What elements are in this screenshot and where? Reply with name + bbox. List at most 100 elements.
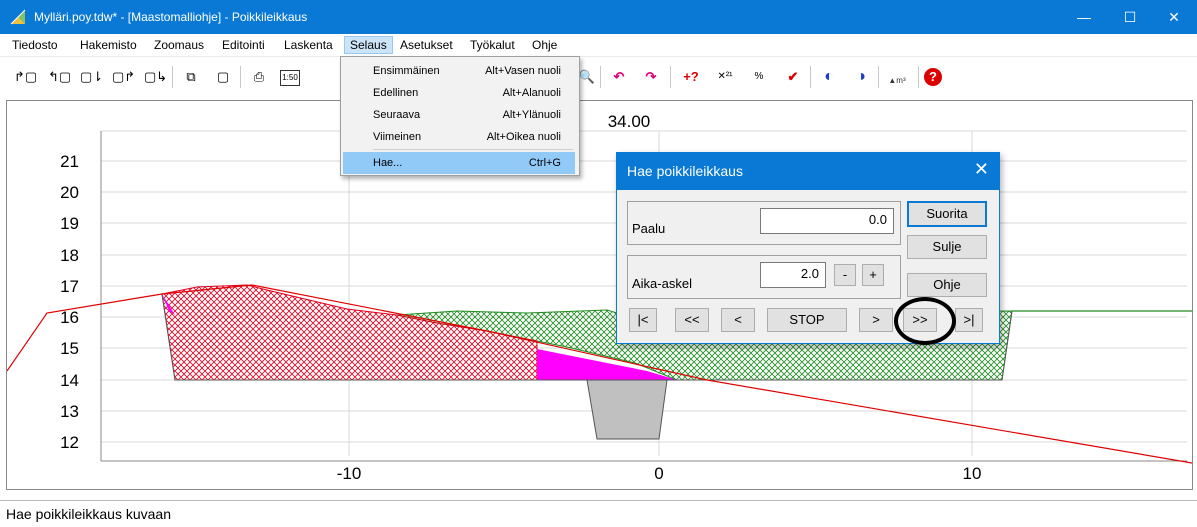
- menu-item-shortcut: Alt+Ylänuoli: [502, 109, 561, 121]
- paalu-label: Paalu: [632, 221, 666, 236]
- app-icon: [10, 9, 26, 25]
- aika-askel-input[interactable]: 2.0: [760, 262, 826, 288]
- x-tick-labels: -10 0 10: [337, 464, 982, 483]
- menu-item-label: Hae...: [373, 157, 403, 169]
- toolbar-separator: [600, 66, 601, 88]
- increase-button[interactable]: +: [862, 264, 884, 286]
- menu-item-hae[interactable]: Hae... Ctrl+G: [343, 152, 575, 174]
- first-button[interactable]: |<: [629, 308, 657, 332]
- toolbar-separator: [240, 66, 241, 88]
- dialog-title: Hae poikkileikkaus: [627, 163, 743, 179]
- menu-item-label: Edellinen: [373, 87, 419, 99]
- next-section-icon[interactable]: ◑: [850, 68, 872, 86]
- window-title: Mylläri.poy.tdw* - [Maastomalliohje] - P…: [34, 10, 308, 24]
- station-title: 34.00: [608, 112, 651, 131]
- insert-up-icon[interactable]: ↰▢: [48, 68, 71, 86]
- copy-icon[interactable]: ⧉: [180, 68, 202, 86]
- ohje-button[interactable]: Ohje: [907, 273, 987, 297]
- suorita-button[interactable]: Suorita: [907, 201, 987, 227]
- scale-icon[interactable]: 1:50: [280, 70, 300, 86]
- menu-hakemisto[interactable]: Hakemisto: [80, 38, 137, 52]
- xyz-icon[interactable]: %: [748, 68, 770, 86]
- menu-item-shortcut: Ctrl+G: [528, 157, 561, 169]
- status-text: Hae poikkileikkaus kuvaan: [6, 506, 171, 522]
- cross-section-plot: 21 20 19 18 17 16 15 14 13 12 -10 0 10 3…: [7, 112, 1192, 483]
- help-icon[interactable]: ?: [924, 68, 942, 86]
- menu-item-label: Ensimmäinen: [373, 65, 440, 77]
- highlight-circle: [894, 297, 956, 345]
- y-tick-label: 19: [60, 214, 79, 233]
- y-tick-label: 13: [60, 402, 79, 421]
- selaus-dropdown: Ensimmäinen Alt+Vasen nuoli Edellinen Al…: [340, 56, 580, 176]
- decrease-button[interactable]: -: [834, 264, 856, 286]
- menu-tyokalut[interactable]: Työkalut: [470, 38, 515, 52]
- cross-section-canvas[interactable]: 21 20 19 18 17 16 15 14 13 12 -10 0 10 3…: [6, 100, 1193, 490]
- toolbar-separator: [172, 66, 173, 88]
- y-tick-label: 17: [60, 277, 79, 296]
- x-tick-label: -10: [337, 464, 362, 483]
- menu-item-edellinen[interactable]: Edellinen Alt+Alanuoli: [343, 82, 575, 104]
- check-icon[interactable]: ✔: [782, 68, 804, 86]
- menu-separator: [373, 149, 573, 150]
- toolbar-separator: [918, 66, 919, 88]
- add-point-icon[interactable]: +?: [680, 68, 702, 86]
- menu-item-label: Viimeinen: [373, 131, 422, 143]
- menu-item-shortcut: Alt+Oikea nuoli: [486, 131, 561, 143]
- aika-askel-group: Aika-askel 2.0 - +: [627, 255, 901, 299]
- last-button[interactable]: >|: [955, 308, 983, 332]
- toolbar: ↱▢ ↰▢ ▢⇂ ▢↱ ▢↳ ⧉ ▢ ⎙ 1:50 🔍 ↶ ↷ +? ✕²¹ %…: [0, 57, 1197, 97]
- menu-editointi[interactable]: Editointi: [222, 38, 265, 52]
- back-button[interactable]: <: [721, 308, 755, 332]
- y-tick-labels: 21 20 19 18 17 16 15 14 13 12: [60, 152, 79, 452]
- y-tick-label: 12: [60, 433, 79, 452]
- insert-down-icon[interactable]: ▢⇂: [80, 68, 103, 86]
- status-bar: Hae poikkileikkaus kuvaan: [0, 500, 1197, 527]
- close-button[interactable]: ✕: [1151, 0, 1197, 34]
- menu-zoomaus[interactable]: Zoomaus: [154, 38, 204, 52]
- print-icon[interactable]: ⎙: [248, 68, 270, 86]
- menu-item-viimeinen[interactable]: Viimeinen Alt+Oikea nuoli: [343, 126, 575, 148]
- minimize-button[interactable]: —: [1061, 0, 1107, 34]
- redo-icon[interactable]: ↷: [640, 68, 662, 86]
- y-tick-label: 21: [60, 152, 79, 171]
- menu-tiedosto[interactable]: Tiedosto: [12, 38, 58, 52]
- menu-asetukset[interactable]: Asetukset: [400, 38, 453, 52]
- volume-unit-label: m³: [896, 76, 906, 85]
- menu-item-shortcut: Alt+Vasen nuoli: [485, 65, 561, 77]
- forward-button[interactable]: >: [859, 308, 893, 332]
- title-bar: Mylläri.poy.tdw* - [Maastomalliohje] - P…: [0, 0, 1197, 34]
- menu-selaus[interactable]: Selaus: [344, 36, 393, 54]
- paalu-group: Paalu 0.0: [627, 201, 901, 245]
- menu-laskenta[interactable]: Laskenta: [284, 38, 333, 52]
- volume-icon[interactable]: ▲m³: [886, 68, 908, 86]
- page-icon[interactable]: ▢: [212, 68, 234, 86]
- insert-right-icon[interactable]: ▢↱: [112, 68, 135, 86]
- stop-button[interactable]: STOP: [767, 308, 847, 332]
- culvert-structure: [586, 379, 668, 440]
- aika-askel-label: Aika-askel: [632, 276, 692, 291]
- y-tick-label: 18: [60, 246, 79, 265]
- x-tick-label: 10: [963, 464, 982, 483]
- paalu-input[interactable]: 0.0: [760, 208, 894, 234]
- undo-icon[interactable]: ↶: [608, 68, 630, 86]
- y-tick-label: 15: [60, 339, 79, 358]
- y-tick-label: 20: [60, 183, 79, 202]
- insert-left-icon[interactable]: ↱▢: [14, 68, 37, 86]
- sulje-button[interactable]: Sulje: [907, 235, 987, 259]
- insert-after-icon[interactable]: ▢↳: [144, 68, 167, 86]
- toolbar-separator: [810, 66, 811, 88]
- x-tick-label: 0: [654, 464, 663, 483]
- previous-section-icon[interactable]: ◐: [818, 68, 840, 86]
- toolbar-separator: [670, 66, 671, 88]
- menu-ohje[interactable]: Ohje: [532, 38, 557, 52]
- menu-item-seuraava[interactable]: Seuraava Alt+Ylänuoli: [343, 104, 575, 126]
- toolbar-separator: [878, 66, 879, 88]
- fast-back-button[interactable]: <<: [675, 308, 709, 332]
- menu-item-ensimmainen[interactable]: Ensimmäinen Alt+Vasen nuoli: [343, 60, 575, 82]
- dialog-title-bar: Hae poikkileikkaus ✕: [617, 153, 999, 190]
- menu-item-shortcut: Alt+Alanuoli: [502, 87, 561, 99]
- coordinates-icon[interactable]: ✕²¹: [714, 68, 736, 86]
- menu-item-label: Seuraava: [373, 109, 421, 121]
- dialog-close-icon[interactable]: ✕: [974, 159, 989, 180]
- maximize-button[interactable]: ☐: [1107, 0, 1153, 34]
